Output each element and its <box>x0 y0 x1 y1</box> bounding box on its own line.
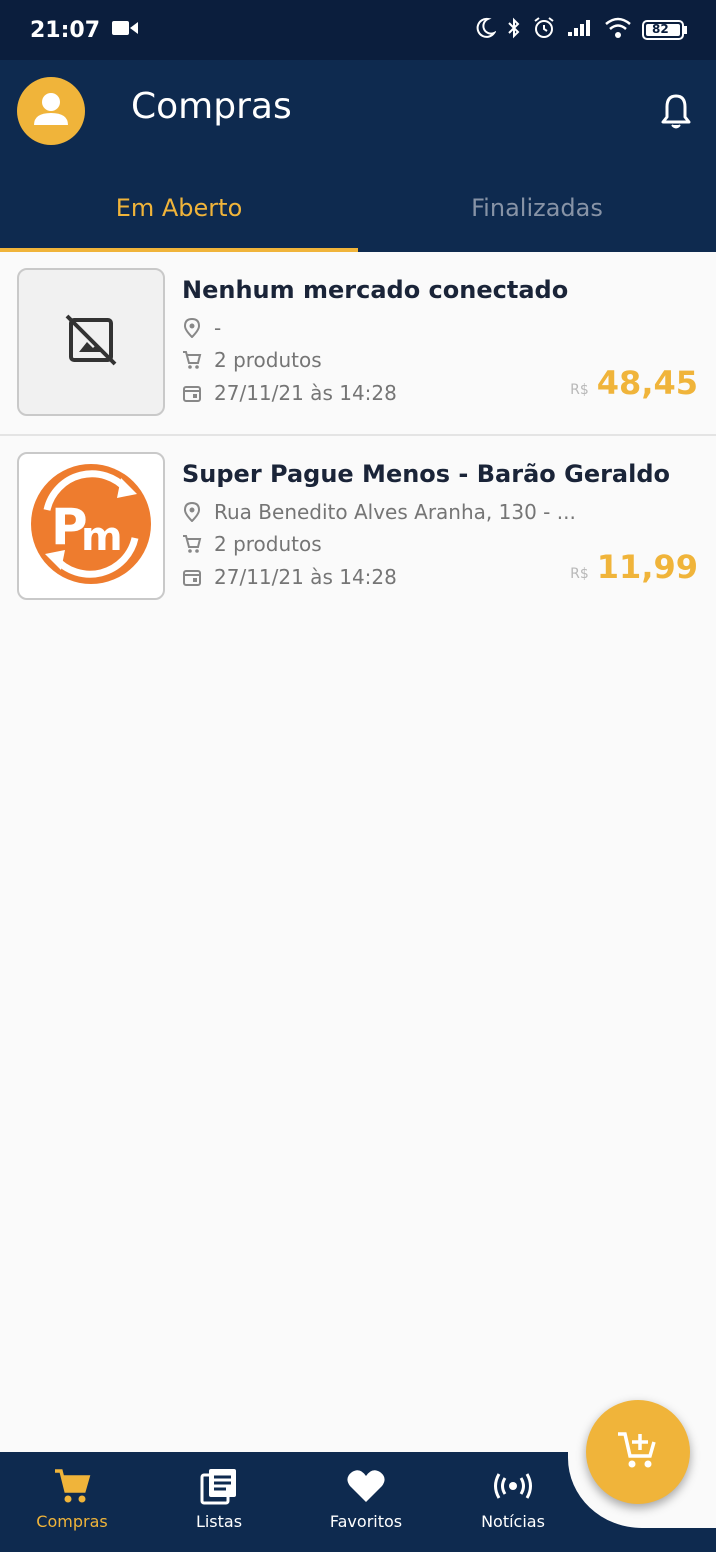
avatar[interactable] <box>17 77 85 145</box>
total-value: 11,99 <box>596 548 698 586</box>
person-icon <box>29 87 73 135</box>
currency-label: R$ <box>570 566 589 582</box>
tab-finalizadas[interactable]: Finalizadas <box>358 164 716 252</box>
bluetooth-icon <box>506 16 522 44</box>
store-address: - <box>214 316 222 340</box>
heart-icon <box>346 1466 386 1506</box>
cart-icon <box>182 534 202 554</box>
store-name: Super Pague Menos - Barão Geraldo <box>182 460 671 488</box>
no-image-icon <box>65 314 117 370</box>
list-icon <box>200 1466 238 1506</box>
add-cart-icon <box>616 1428 660 1476</box>
cart-icon <box>53 1466 91 1506</box>
store-address-row: - <box>182 316 221 340</box>
location-pin-icon <box>182 502 202 522</box>
wifi-icon <box>604 17 632 43</box>
battery-level: 82 <box>652 22 669 36</box>
status-bar: 21:07 82 <box>0 0 716 60</box>
broadcast-icon <box>492 1466 534 1506</box>
status-time: 21:07 <box>30 17 101 43</box>
product-count: 2 produtos <box>214 532 322 556</box>
purchase-list: Nenhum mercado conectado - 2 produtos 27… <box>0 252 716 620</box>
nav-label: Favoritos <box>329 1512 403 1531</box>
page-title: Compras <box>131 86 292 127</box>
product-count-row: 2 produtos <box>182 532 322 556</box>
product-count-row: 2 produtos <box>182 348 322 372</box>
purchase-date: 27/11/21 às 14:28 <box>214 565 397 589</box>
battery-icon: 82 <box>642 19 688 41</box>
purchase-card[interactable]: Nenhum mercado conectado - 2 produtos 27… <box>0 252 716 436</box>
tab-bar: Em Aberto Finalizadas <box>0 164 716 252</box>
calendar-icon <box>182 567 202 587</box>
nav-compras[interactable]: Compras <box>12 1466 132 1542</box>
svg-text:m: m <box>81 514 123 560</box>
pague-menos-logo: P m <box>29 462 153 590</box>
app-bar: Compras <box>0 60 716 164</box>
nav-noticias[interactable]: Notícias <box>453 1466 573 1542</box>
tab-em-aberto[interactable]: Em Aberto <box>0 164 358 252</box>
add-purchase-button[interactable] <box>586 1400 690 1504</box>
moon-icon <box>474 17 497 43</box>
cart-icon <box>182 350 202 370</box>
purchase-date: 27/11/21 às 14:28 <box>214 381 397 405</box>
nav-label: Notícias <box>481 1512 545 1531</box>
store-name: Nenhum mercado conectado <box>182 276 569 304</box>
currency-label: R$ <box>570 382 589 398</box>
purchase-card[interactable]: P m Super Pague Menos - Barão Geraldo Ru… <box>0 436 716 620</box>
signal-icon <box>566 18 594 42</box>
store-address: Rua Benedito Alves Aranha, 130 - ... <box>214 500 576 524</box>
nav-label: Listas <box>195 1512 243 1531</box>
location-pin-icon <box>182 318 202 338</box>
store-thumbnail: P m <box>17 452 165 600</box>
product-count: 2 produtos <box>214 348 322 372</box>
date-row: 27/11/21 às 14:28 <box>182 565 397 589</box>
total-value: 48,45 <box>596 364 698 402</box>
video-camera-icon <box>112 19 139 41</box>
nav-listas[interactable]: Listas <box>159 1466 279 1542</box>
nav-label: Compras <box>36 1512 108 1531</box>
alarm-icon <box>532 16 556 44</box>
bell-icon[interactable] <box>658 92 694 132</box>
calendar-icon <box>182 383 202 403</box>
purchase-total: R$ 11,99 <box>570 548 698 586</box>
purchase-total: R$ 48,45 <box>570 364 698 402</box>
store-address-row: Rua Benedito Alves Aranha, 130 - ... <box>182 500 576 524</box>
store-thumbnail <box>17 268 165 416</box>
date-row: 27/11/21 às 14:28 <box>182 381 397 405</box>
nav-favoritos[interactable]: Favoritos <box>306 1466 426 1542</box>
